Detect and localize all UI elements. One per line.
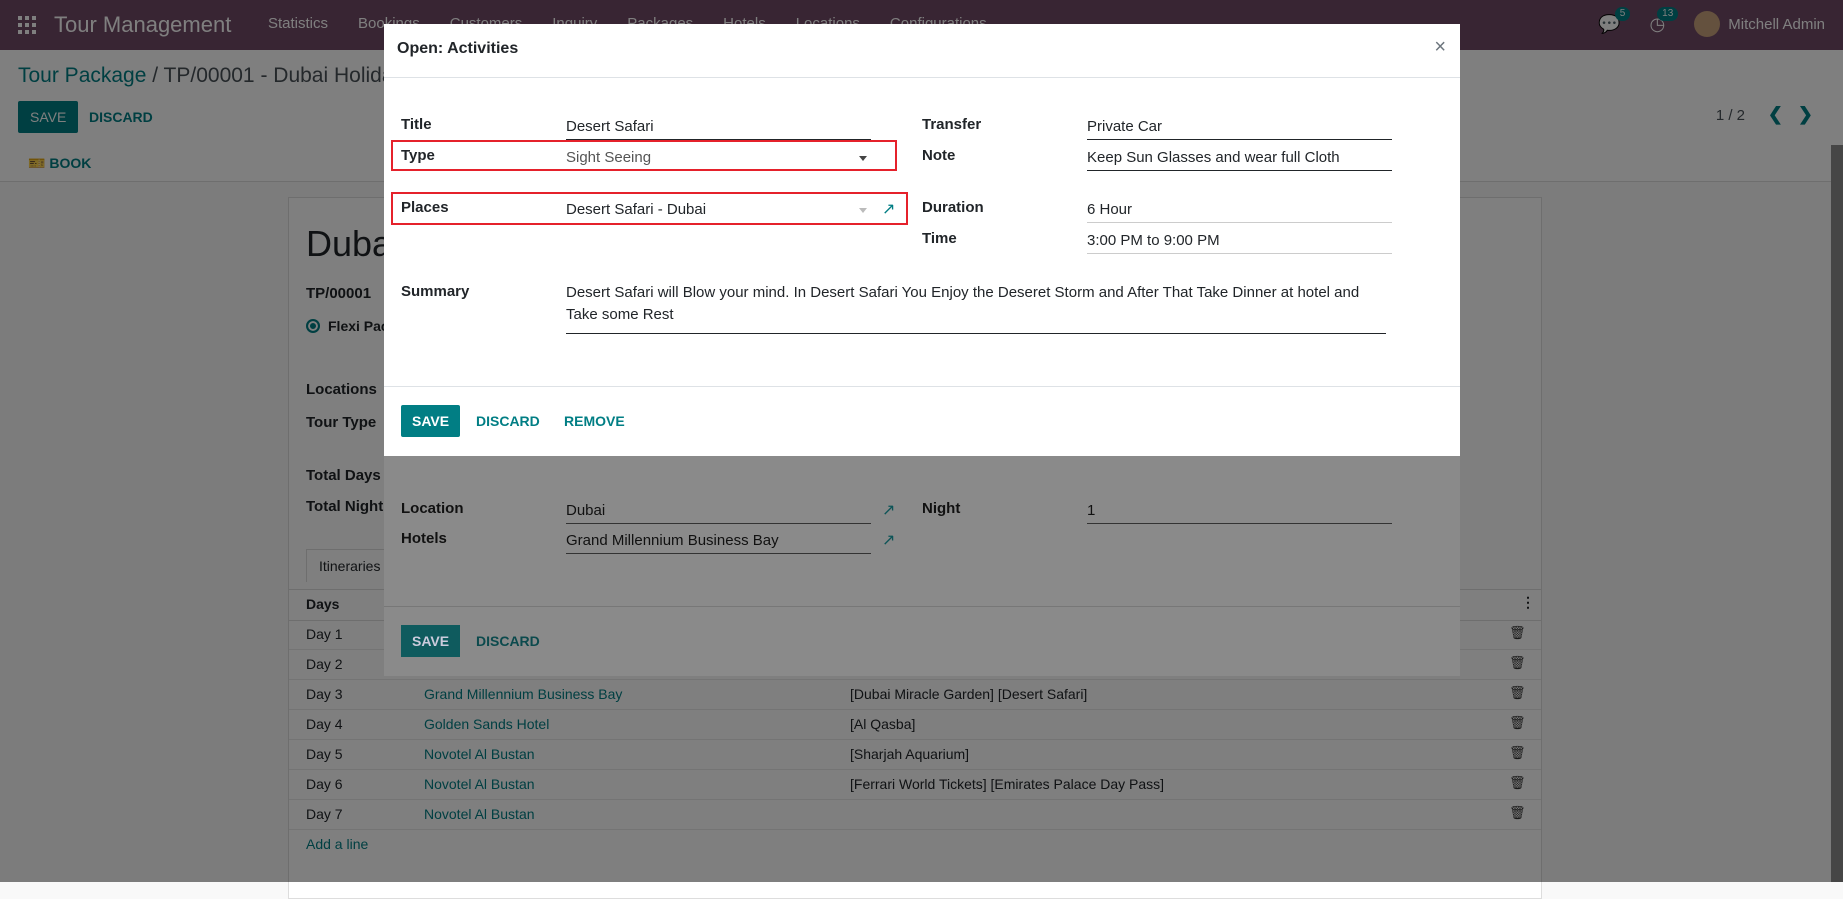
external-link-icon[interactable]: ↗: [882, 199, 895, 219]
type-select[interactable]: Sight Seeing: [566, 149, 871, 170]
itinerary-discard-button[interactable]: DISCARD: [476, 633, 540, 649]
itinerary-save-button[interactable]: SAVE: [401, 625, 461, 657]
external-link-icon[interactable]: ↗: [882, 530, 895, 550]
location-field[interactable]: Dubai: [566, 502, 871, 524]
title-field[interactable]: Desert Safari: [566, 118, 871, 140]
places-label: Places: [401, 199, 449, 216]
type-label: Type: [401, 147, 435, 164]
summary-label: Summary: [401, 283, 470, 300]
dialog-title: Open: Activities: [397, 40, 519, 57]
title-label: Title: [401, 116, 432, 133]
dialog-remove-button[interactable]: REMOVE: [564, 413, 625, 429]
night-label: Night: [922, 500, 961, 517]
close-icon[interactable]: ×: [1434, 36, 1446, 59]
time-label: Time: [922, 230, 957, 247]
places-field[interactable]: Desert Safari - Dubai: [566, 201, 871, 222]
external-link-icon[interactable]: ↗: [882, 500, 895, 520]
transfer-field[interactable]: Private Car: [1087, 118, 1392, 140]
transfer-label: Transfer: [922, 116, 982, 133]
dialog-header: Open: Activities ×: [384, 24, 1460, 78]
note-label: Note: [922, 147, 956, 164]
note-field[interactable]: Keep Sun Glasses and wear full Cloth: [1087, 149, 1392, 171]
dialog-footer: SAVE DISCARD REMOVE: [384, 386, 1460, 457]
dialog-discard-button[interactable]: DISCARD: [476, 413, 540, 429]
itinerary-dialog-footer: SAVE DISCARD: [384, 606, 1460, 677]
hotels-label: Hotels: [401, 530, 447, 547]
location-label: Location: [401, 500, 464, 517]
activities-dialog: Open: Activities × Title Desert Safari T…: [384, 24, 1460, 456]
duration-field[interactable]: 6 Hour: [1087, 201, 1392, 223]
duration-label: Duration: [922, 199, 984, 216]
dialog-save-button[interactable]: SAVE: [401, 405, 461, 437]
hotels-field[interactable]: Grand Millennium Business Bay: [566, 532, 871, 554]
summary-field[interactable]: Desert Safari will Blow your mind. In De…: [566, 282, 1386, 334]
time-field[interactable]: 3:00 PM to 9:00 PM: [1087, 232, 1392, 254]
night-field[interactable]: 1: [1087, 502, 1392, 524]
